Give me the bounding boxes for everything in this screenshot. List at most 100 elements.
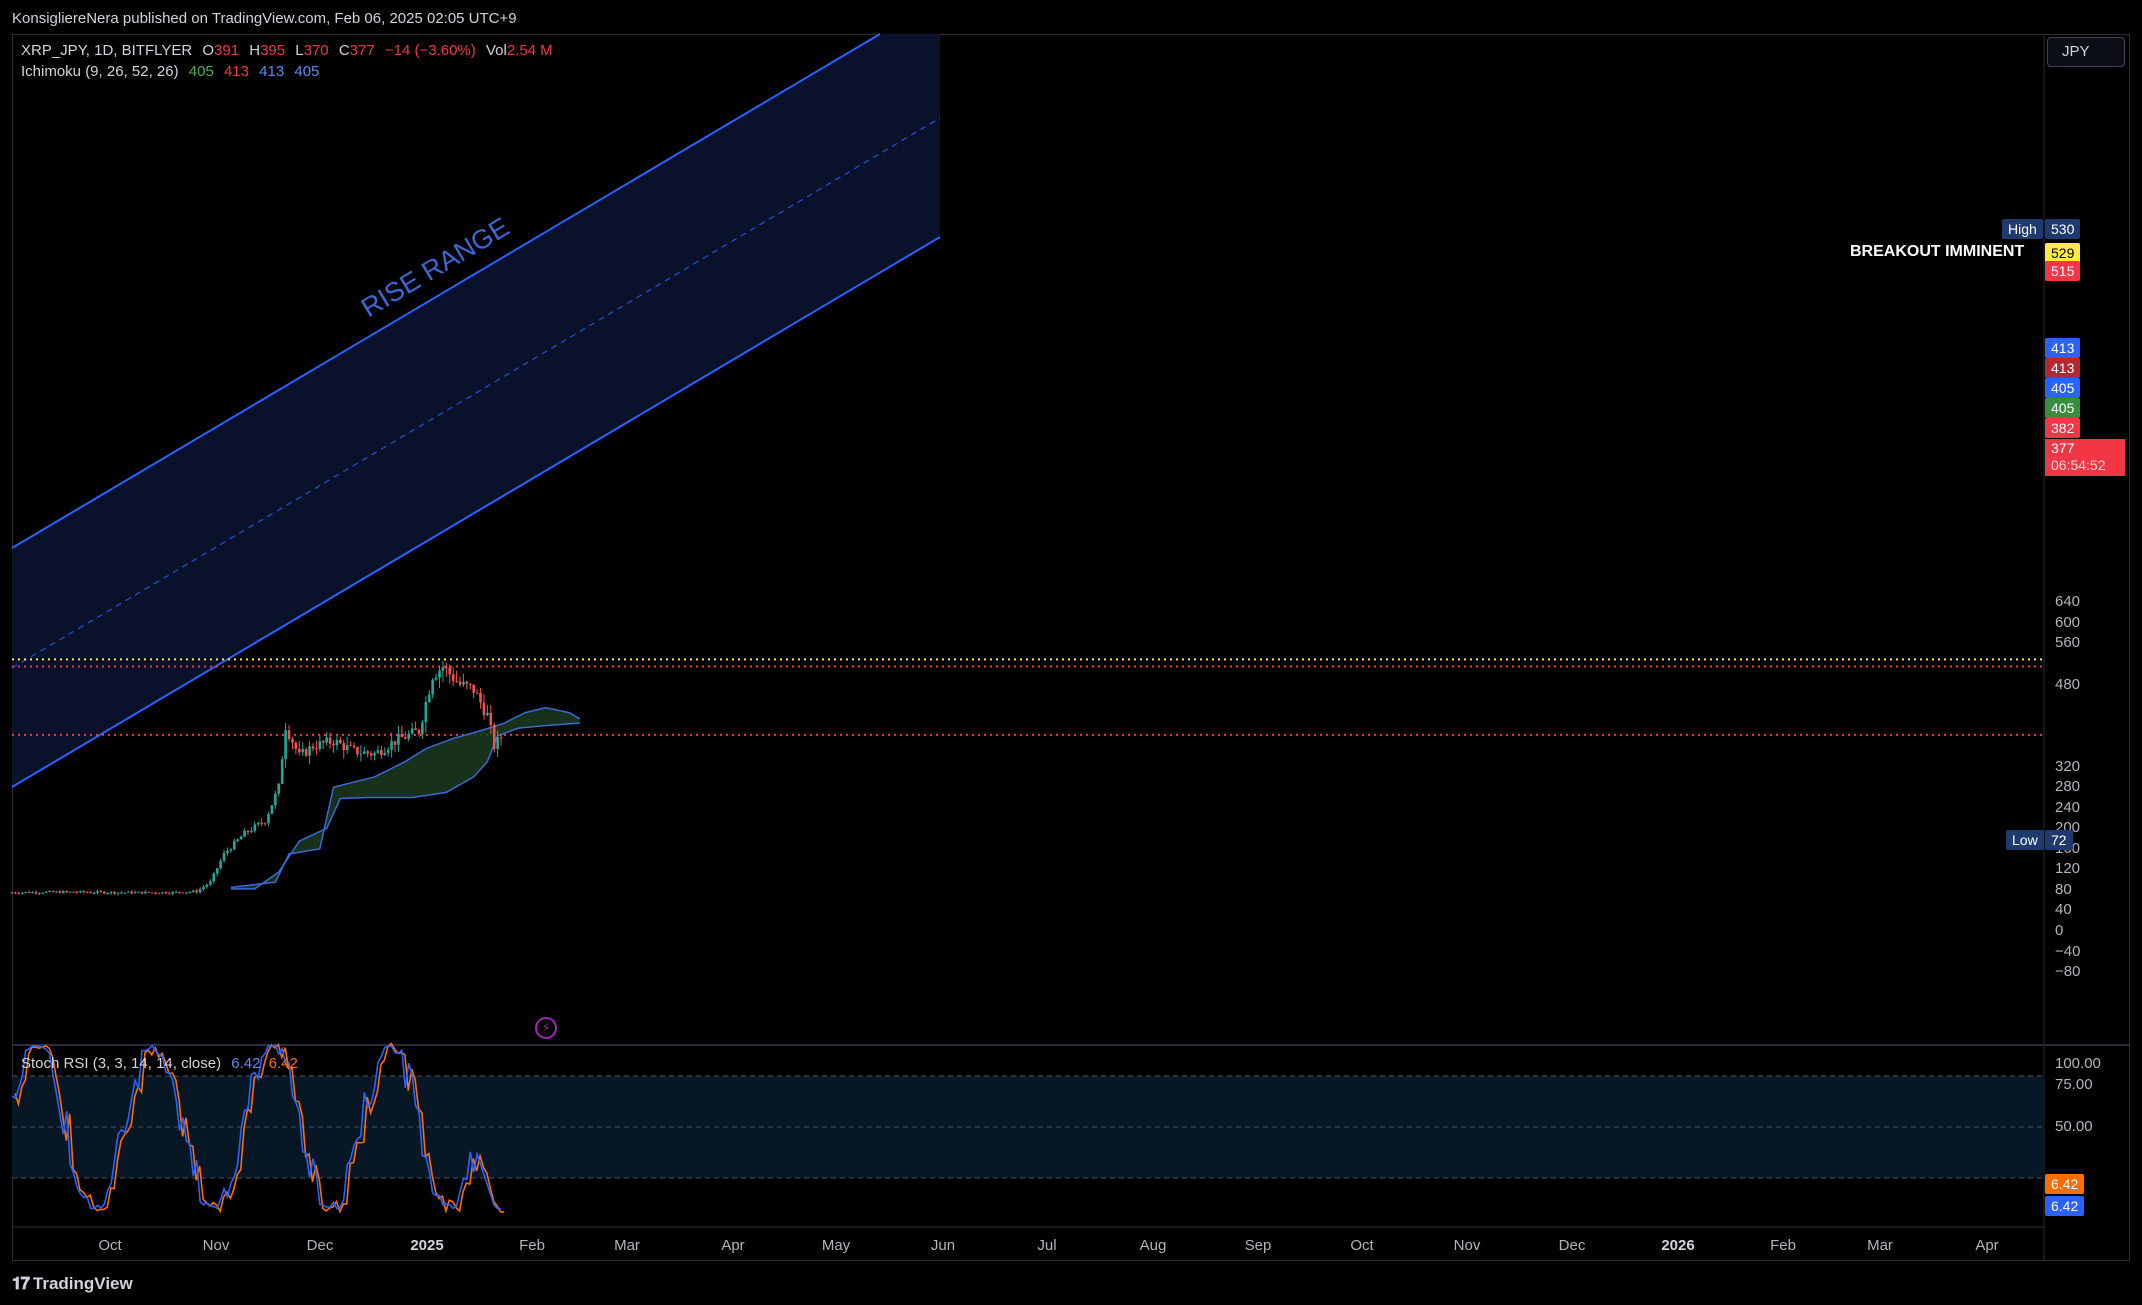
price-axis-label: 600 bbox=[2055, 613, 2081, 631]
candle-body bbox=[441, 667, 445, 671]
price-axis-label: 120 bbox=[2055, 860, 2081, 878]
time-axis-label: Oct bbox=[98, 1237, 122, 1254]
candle-body bbox=[260, 822, 263, 824]
time-axis-label: May bbox=[821, 1237, 851, 1254]
price-axis-label: 320 bbox=[2055, 757, 2081, 775]
candle-body bbox=[301, 749, 304, 753]
price-axis-label: 0 bbox=[2055, 922, 2064, 939]
high-label-tag: High bbox=[2002, 219, 2043, 239]
time-axis-label: 2026 bbox=[1661, 1237, 1695, 1254]
time-axis-label: Apr bbox=[721, 1237, 745, 1254]
price-axis-label: 280 bbox=[2055, 778, 2081, 796]
candle-body bbox=[96, 891, 99, 893]
tradingview-icon: 𝟏𝟕 bbox=[12, 1274, 30, 1293]
candle-body bbox=[178, 891, 181, 893]
breakout-level-tag: 529 bbox=[2045, 243, 2081, 263]
candle-body bbox=[492, 725, 496, 750]
candle-body bbox=[109, 891, 113, 894]
candle-body bbox=[462, 681, 465, 685]
candle-body bbox=[458, 681, 462, 685]
candle-body bbox=[144, 891, 147, 894]
candle-body bbox=[475, 692, 479, 694]
time-axis-label: Nov bbox=[202, 1237, 230, 1254]
candle-body bbox=[445, 667, 448, 669]
time-axis-label: Feb bbox=[519, 1237, 545, 1254]
bar-countdown: 06:54:52 bbox=[2051, 457, 2106, 473]
rsi-axis-label: 50.00 bbox=[2055, 1118, 2093, 1135]
candle-body bbox=[304, 749, 308, 756]
ichimoku-tag-a: 413 bbox=[2045, 338, 2081, 358]
candle-body bbox=[297, 748, 301, 753]
candle-body bbox=[407, 733, 411, 739]
price-axis-label: 80 bbox=[2055, 880, 2072, 898]
candle-body bbox=[345, 745, 349, 751]
price-axis-label: 40 bbox=[2055, 901, 2072, 919]
candle-body bbox=[113, 891, 116, 894]
currency-button[interactable]: JPY bbox=[2047, 37, 2125, 67]
channel-fill bbox=[12, 34, 940, 787]
candle-body bbox=[106, 893, 110, 895]
candle-body bbox=[161, 892, 164, 894]
candle-body bbox=[14, 892, 17, 894]
breakout-annotation[interactable]: BREAKOUT IMMINENT bbox=[1850, 243, 2024, 261]
candle-body bbox=[239, 836, 243, 840]
candle-body bbox=[226, 850, 229, 853]
candle-body bbox=[62, 891, 65, 894]
candle-body bbox=[65, 891, 69, 893]
time-axis-label: Nov bbox=[1453, 1237, 1481, 1254]
candle-body bbox=[489, 712, 493, 726]
candle-body bbox=[325, 737, 328, 743]
candle-body bbox=[140, 891, 144, 894]
candle-body bbox=[434, 677, 438, 680]
price-axis-label: 560 bbox=[2055, 634, 2081, 652]
candle-body bbox=[332, 743, 335, 746]
candle-body bbox=[356, 747, 359, 755]
time-axis-label: Mar bbox=[1867, 1237, 1893, 1254]
candle-body bbox=[438, 670, 441, 678]
candle-body bbox=[328, 737, 332, 744]
candle-body bbox=[154, 892, 157, 894]
candle-body bbox=[352, 745, 356, 748]
rsi-axis-label: 100.00 bbox=[2055, 1055, 2101, 1072]
candle-body bbox=[31, 892, 34, 894]
time-axis-label: Jun bbox=[930, 1237, 956, 1254]
tradingview-logo[interactable]: 𝟏𝟕 TradingView bbox=[12, 1274, 133, 1294]
candle-body bbox=[212, 873, 216, 882]
candle-body bbox=[496, 737, 499, 750]
candle-body bbox=[359, 753, 363, 755]
candle-body bbox=[34, 892, 38, 894]
ichimoku-legend: Ichimoku (9, 26, 52, 26) 405 413 413 405 bbox=[21, 63, 320, 80]
rsi-band-fill bbox=[12, 1076, 2044, 1178]
support-level-tag: 382 bbox=[2045, 418, 2081, 438]
candle-body bbox=[236, 839, 240, 842]
chart-canvas[interactable] bbox=[0, 0, 2142, 1305]
candle-body bbox=[256, 822, 260, 825]
candle-body bbox=[55, 891, 58, 893]
candle-body bbox=[137, 891, 140, 893]
candle-body bbox=[85, 892, 89, 894]
candle-body bbox=[339, 739, 342, 744]
lightning-icon[interactable]: ⚡ bbox=[535, 1017, 557, 1039]
price-axis-label: −40 bbox=[2055, 942, 2081, 960]
candle-body bbox=[82, 891, 86, 893]
candle-body bbox=[376, 749, 380, 754]
candle-body bbox=[472, 684, 475, 693]
candle-body bbox=[229, 849, 233, 851]
candle-body bbox=[17, 893, 21, 895]
candle-body bbox=[157, 893, 161, 895]
candle-body bbox=[209, 881, 212, 885]
candle-body bbox=[10, 892, 14, 894]
time-axis-label: Mar bbox=[614, 1237, 640, 1254]
candle-body bbox=[27, 891, 31, 893]
candle-body bbox=[99, 891, 103, 893]
candle-body bbox=[79, 891, 82, 893]
candle-body bbox=[38, 893, 41, 895]
candle-body bbox=[417, 730, 421, 734]
candle-body bbox=[404, 737, 407, 739]
candle-body bbox=[369, 753, 373, 756]
candle-body bbox=[366, 751, 369, 754]
time-axis-label: Feb bbox=[1770, 1237, 1796, 1254]
candle-body bbox=[267, 814, 270, 824]
time-axis-label: Dec bbox=[306, 1237, 334, 1254]
candle-body bbox=[280, 759, 284, 784]
